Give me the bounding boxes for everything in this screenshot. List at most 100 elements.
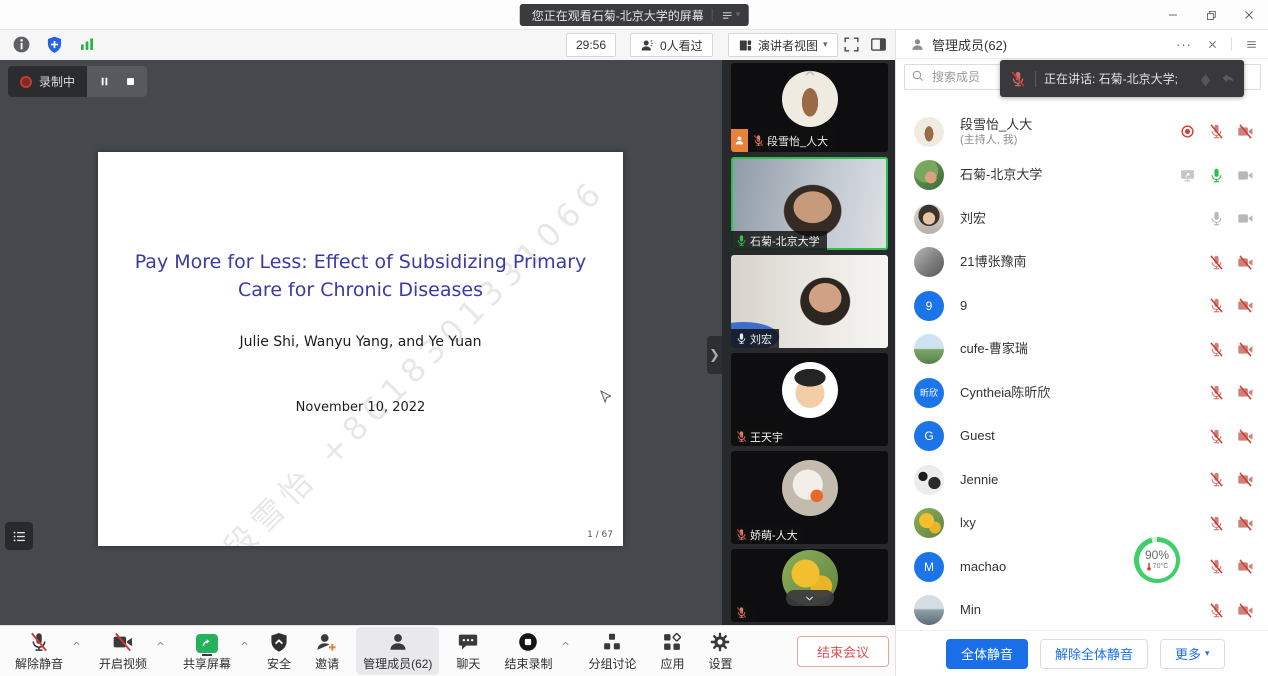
settings-icon	[709, 630, 731, 653]
toolbar-item-10[interactable]: 设置	[701, 627, 739, 675]
toolbar-item-6[interactable]: 聊天	[449, 627, 487, 675]
member-list: 段雪怡_人大(主持人, 我)石菊-北京大学刘宏21博张豫南99cufe-曹家瑞昕…	[896, 100, 1268, 660]
banner-menu-icon[interactable]: ▾	[721, 9, 741, 22]
toolbar-item-9[interactable]: 应用	[653, 627, 691, 675]
mic-muted-icon[interactable]	[1207, 427, 1225, 445]
close-button[interactable]	[1240, 6, 1258, 24]
network-signal-icon[interactable]	[78, 35, 98, 55]
tile-name-label: 段雪怡_人大	[731, 129, 835, 152]
member-row[interactable]: cufe-曹家瑞	[896, 328, 1268, 372]
restore-button[interactable]	[1202, 6, 1220, 24]
minimize-button[interactable]	[1164, 6, 1182, 24]
viewer-count[interactable]: 0人看过	[630, 33, 713, 57]
cam-muted-icon[interactable]	[1236, 558, 1254, 576]
end-meeting-button[interactable]: 结束会议	[797, 636, 889, 667]
panel-more-icon[interactable]: ···	[1175, 35, 1193, 53]
panel-close-icon[interactable]	[1203, 35, 1221, 53]
avatar: G	[914, 421, 944, 451]
view-mode-selector[interactable]: 演讲者视图 ▾	[728, 33, 838, 57]
toolbar-item-8[interactable]: 分组讨论	[581, 627, 643, 675]
toolbar-item-3[interactable]: 安全	[260, 627, 298, 675]
watermark: 段雪怡 +8618301331066	[212, 166, 615, 546]
toolbar-item-2[interactable]: 共享屏幕	[176, 627, 238, 675]
mic-muted-icon	[28, 630, 50, 653]
thumbnail-panel-button[interactable]	[5, 522, 33, 550]
unmute-all-button[interactable]: 解除全体静音	[1040, 639, 1148, 669]
member-name: 段雪怡_人大	[960, 117, 1032, 133]
member-row[interactable]: 99	[896, 284, 1268, 328]
video-tile[interactable]: 刘宏	[731, 255, 888, 348]
member-row[interactable]: GGuest	[896, 415, 1268, 459]
member-row[interactable]: Mmachao	[896, 545, 1268, 589]
chevron-up-icon[interactable]	[239, 638, 250, 649]
member-row[interactable]: 刘宏	[896, 197, 1268, 241]
cam-muted-icon[interactable]	[1236, 123, 1254, 141]
more-button[interactable]: 更多 ▾	[1160, 639, 1225, 669]
avatar	[914, 247, 944, 277]
member-role: (主持人, 我)	[960, 133, 1032, 147]
cam-muted-icon[interactable]	[1236, 471, 1254, 489]
mic-muted-icon[interactable]	[1207, 340, 1225, 358]
cam-muted-icon[interactable]	[1236, 297, 1254, 315]
chat-icon	[457, 630, 479, 653]
tile-participant-name: 石菊-北京大学	[750, 233, 820, 249]
cam-on-icon[interactable]	[1236, 210, 1254, 228]
mic-muted-icon[interactable]	[1207, 297, 1225, 315]
video-tile[interactable]: 石菊-北京大学	[731, 157, 888, 250]
toolbar-item-0[interactable]: 解除静音	[8, 627, 70, 675]
chevron-up-icon[interactable]	[155, 638, 166, 649]
video-tile[interactable]: 王天宇	[731, 353, 888, 446]
fullscreen-icon[interactable]	[842, 35, 862, 55]
chevron-up-icon[interactable]	[560, 638, 571, 649]
toolbar-item-7[interactable]: 结束录制	[497, 627, 559, 675]
mute-all-button[interactable]: 全体静音	[946, 639, 1028, 669]
stop-recording-button[interactable]	[119, 71, 141, 93]
side-panel-toggle-icon[interactable]	[869, 35, 889, 55]
member-row[interactable]: 21博张豫南	[896, 241, 1268, 285]
video-tile[interactable]: 娇萌-人大	[731, 451, 888, 544]
tile-name-label: 王天宇	[731, 427, 790, 446]
host-badge-icon	[731, 129, 748, 152]
mic-muted-icon[interactable]	[1207, 123, 1225, 141]
panel-menu-icon[interactable]	[1242, 35, 1260, 53]
recording-status: 录制中	[8, 66, 87, 97]
cam-on-icon[interactable]	[1236, 166, 1254, 184]
member-row[interactable]: Min	[896, 589, 1268, 633]
toolbar-item-4[interactable]: 邀请	[308, 627, 346, 675]
strip-collapse-up-icon[interactable]	[802, 65, 818, 81]
mic-muted-icon[interactable]	[1207, 471, 1225, 489]
member-row[interactable]: 段雪怡_人大(主持人, 我)	[896, 110, 1268, 154]
strip-collapse-handle[interactable]: ❯	[707, 336, 722, 374]
mic-idle-icon[interactable]	[1207, 210, 1225, 228]
cam-muted-icon[interactable]	[1236, 427, 1254, 445]
mic-muted-icon[interactable]	[1207, 601, 1225, 619]
pause-recording-button[interactable]	[93, 71, 115, 93]
chevron-up-icon[interactable]	[71, 638, 82, 649]
mic-muted-icon[interactable]	[1207, 384, 1225, 402]
cam-muted-icon[interactable]	[1236, 601, 1254, 619]
mic-muted-icon[interactable]	[1207, 558, 1225, 576]
cam-muted-icon[interactable]	[1236, 253, 1254, 271]
member-row[interactable]: lxy	[896, 502, 1268, 546]
security-shield-icon[interactable]	[45, 35, 65, 55]
member-row[interactable]: 昕欣Cyntheia陈昕欣	[896, 371, 1268, 415]
mic-muted-icon[interactable]	[1207, 253, 1225, 271]
strip-scroll-down-icon[interactable]	[786, 590, 834, 606]
toolbar-item-1[interactable]: 开启视频	[92, 627, 154, 675]
slide-title: Pay More for Less: Effect of Subsidizing…	[98, 248, 623, 304]
layout-icon	[738, 38, 753, 53]
cam-muted-icon[interactable]	[1236, 340, 1254, 358]
mic-active-icon[interactable]	[1207, 166, 1225, 184]
member-row[interactable]: Jennie	[896, 458, 1268, 502]
cam-muted-icon[interactable]	[1236, 384, 1254, 402]
video-tile[interactable]	[731, 549, 888, 622]
member-row[interactable]: 石菊-北京大学	[896, 154, 1268, 198]
mic-muted-icon[interactable]	[1207, 514, 1225, 532]
meeting-info-icon[interactable]	[12, 35, 32, 55]
performance-gauge: 90% 70°C	[1134, 537, 1180, 583]
caret-down-icon: ▾	[1205, 649, 1210, 659]
toolbar-item-5[interactable]: 管理成员(62)	[356, 627, 439, 675]
cam-muted-icon[interactable]	[1236, 514, 1254, 532]
video-tile[interactable]: 段雪怡_人大	[731, 63, 888, 152]
recording-label: 录制中	[39, 73, 75, 90]
